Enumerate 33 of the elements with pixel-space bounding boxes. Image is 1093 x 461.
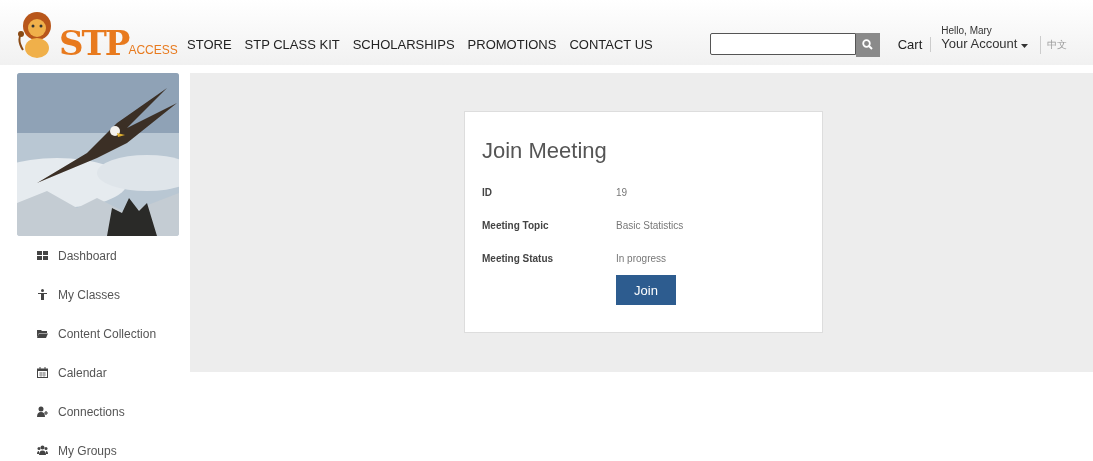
add-user-icon xyxy=(37,406,48,417)
field-value: In progress xyxy=(616,253,668,264)
caret-icon xyxy=(1021,43,1029,48)
join-button[interactable]: Join xyxy=(616,275,676,305)
logo-subtitle: ACCESS xyxy=(128,42,178,57)
field-value: Basic Statistics xyxy=(616,220,685,231)
field-label: ID xyxy=(482,187,493,198)
sidebar-item[interactable]: My Groups xyxy=(37,431,190,461)
search-field[interactable] xyxy=(709,32,856,55)
greeting: Hello, Mary xyxy=(941,24,993,36)
group-icon xyxy=(37,445,48,456)
field-label: Meeting Topic xyxy=(482,220,550,231)
sidebar-item[interactable]: Content Collection xyxy=(37,314,190,353)
sidebar-item[interactable]: Calendar xyxy=(37,353,190,392)
search-icon xyxy=(862,39,874,50)
field-value: 19 xyxy=(616,187,629,198)
account-menu[interactable]: Your Account xyxy=(941,35,1037,51)
nav-link[interactable]: SCHOLARSHIPS xyxy=(352,37,455,52)
folder-icon xyxy=(37,328,48,339)
sidebar-item[interactable]: My Classes xyxy=(37,275,190,314)
field-label: Meeting Status xyxy=(482,253,555,264)
person-icon xyxy=(37,289,48,300)
nav-link[interactable]: CONTACT US xyxy=(569,37,653,52)
nav-link[interactable]: STORE xyxy=(187,37,232,52)
nav-link[interactable]: STP CLASS KIT xyxy=(244,37,340,52)
card-title: Join Meeting xyxy=(482,138,608,164)
cart-link[interactable]: Cart xyxy=(897,37,932,52)
grid-icon xyxy=(37,250,48,261)
calendar-icon xyxy=(37,367,48,378)
nav-link[interactable]: PROMOTIONS xyxy=(467,37,557,52)
sidebar-item[interactable]: Connections xyxy=(37,392,190,431)
search-button[interactable] xyxy=(855,32,880,57)
sidebar-item[interactable]: Dashboard xyxy=(37,236,190,275)
